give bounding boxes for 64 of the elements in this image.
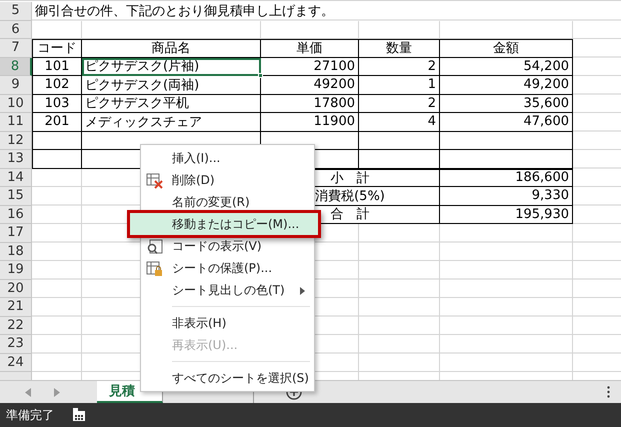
row-header[interactable]: 15 (0, 187, 32, 206)
row-header[interactable]: 21 (0, 298, 32, 316)
menu-item[interactable]: コードの表示(V) (141, 235, 314, 257)
more-options-icon[interactable] (607, 386, 610, 398)
table-cell: 102 (32, 76, 82, 94)
table-cell: 27100 (261, 58, 359, 76)
menu-item[interactable]: シート見出しの色(T) (141, 279, 314, 301)
row-header[interactable]: 17 (0, 224, 32, 242)
row-header[interactable]: 24 (0, 354, 32, 372)
table-cell: 17800 (261, 94, 359, 113)
table-cell: 9,330 (440, 187, 573, 206)
submenu-arrow-icon (300, 287, 305, 295)
table-cell: 2 (359, 58, 440, 76)
menu-item[interactable]: 挿入(I)... (141, 147, 314, 169)
column-heading: 数量 (359, 39, 440, 58)
table-cell: 201 (32, 113, 82, 132)
row-header[interactable]: 12 (0, 132, 32, 150)
row-header[interactable]: 16 (0, 206, 32, 224)
row-header[interactable]: 13 (0, 150, 32, 168)
row-header[interactable]: 9 (0, 76, 32, 94)
view-code-icon (146, 239, 164, 255)
table-cell: 2 (359, 94, 440, 113)
row-header[interactable]: 18 (0, 242, 32, 261)
table-cell: 103 (32, 94, 82, 113)
table-cell: 54,200 (440, 58, 573, 76)
table-cell: 195,930 (440, 206, 573, 224)
status-text: 準備完了 (6, 406, 54, 424)
row-header[interactable]: 7 (0, 39, 32, 58)
table-cell: 47,600 (440, 113, 573, 132)
row-header[interactable]: 11 (0, 113, 32, 132)
column-heading: コード (32, 39, 82, 58)
table-cell: 1 (359, 76, 440, 94)
menu-item[interactable]: 非表示(H) (141, 312, 314, 334)
active-cell: ピクサデスク(片袖) (82, 58, 261, 76)
row-header[interactable]: 23 (0, 335, 32, 354)
table-cell: 101 (32, 58, 82, 76)
table-cell (32, 132, 82, 150)
row-header[interactable]: 19 (0, 261, 32, 280)
column-heading: 単価 (261, 39, 359, 58)
table-cell: 49,200 (440, 76, 573, 94)
table-cell: ピクサデスク平机 (82, 94, 261, 113)
row-header[interactable]: 14 (0, 168, 32, 187)
row-header[interactable]: 5 (0, 2, 32, 20)
row-header[interactable]: 20 (0, 280, 32, 298)
table-cell: ピクサデスク(両袖) (82, 76, 261, 94)
column-heading: 金額 (440, 39, 573, 58)
table-cell: 11900 (261, 113, 359, 132)
row-header[interactable]: 22 (0, 316, 32, 335)
row-header[interactable]: 10 (0, 94, 32, 113)
menu-item[interactable]: シートの保護(P)... (141, 257, 314, 279)
macro-record-icon[interactable] (72, 408, 86, 422)
intro-text: 御引合せの件、下記のとおり御見積申し上げます。 (34, 3, 335, 20)
table-cell: 35,600 (440, 94, 573, 113)
menu-item[interactable]: 移動またはコピー(M)... (130, 213, 318, 235)
fill-handle[interactable] (258, 73, 263, 78)
row-header[interactable]: 6 (0, 20, 32, 39)
table-cell: 4 (359, 113, 440, 132)
table-cell: メディックスチェア (82, 113, 261, 132)
column-heading: 商品名 (82, 39, 261, 58)
table-cell: 186,600 (440, 168, 573, 187)
table-cell: 49200 (261, 76, 359, 94)
row-header[interactable]: 8 (0, 58, 32, 76)
lock-sheet-icon (146, 261, 164, 277)
delete-sheet-icon (146, 173, 164, 189)
